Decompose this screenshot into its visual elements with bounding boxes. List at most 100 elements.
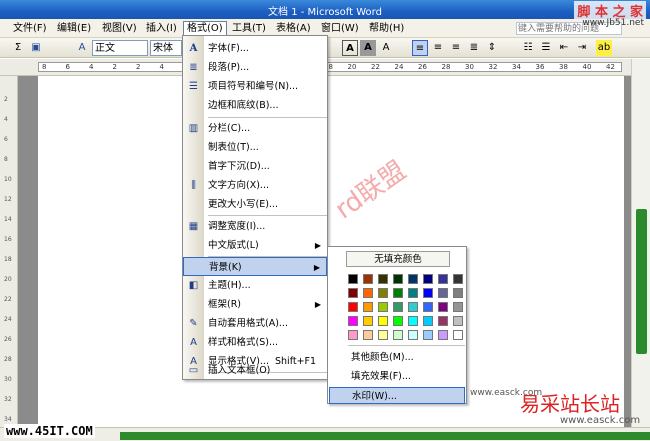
color-swatch[interactable]	[378, 288, 388, 298]
menu-item-tabs[interactable]: 制表位(T)...	[183, 138, 327, 157]
numbering-icon[interactable]: ☷	[520, 40, 536, 56]
color-swatch[interactable]	[423, 302, 433, 312]
color-swatch[interactable]	[408, 330, 418, 340]
color-swatch[interactable]	[408, 274, 418, 284]
color-swatch[interactable]	[438, 330, 448, 340]
align-right-icon[interactable]: ≡	[448, 40, 464, 56]
background-submenu: 无填充颜色 其他颜色(M)... 填充效果(F)... 水印(W)...	[327, 246, 467, 404]
bullets-icon[interactable]: ☰	[538, 40, 554, 56]
vertical-scrollbar[interactable]	[631, 59, 650, 427]
no-fill-button[interactable]: 无填充颜色	[346, 251, 450, 267]
color-swatch[interactable]	[348, 274, 358, 284]
color-swatch[interactable]	[453, 302, 463, 312]
style-select[interactable]: 正文	[92, 40, 148, 56]
color-swatch[interactable]	[438, 316, 448, 326]
more-colors-item[interactable]: 其他颜色(M)...	[329, 349, 465, 366]
menu-item-label: 项目符号和编号(N)...	[208, 81, 299, 92]
font-select[interactable]: 宋体	[150, 40, 182, 56]
menu-item-styles[interactable]: A 样式和格式(S)...	[183, 333, 327, 352]
scrollbar-thumb[interactable]	[636, 209, 647, 354]
color-swatch[interactable]	[363, 302, 373, 312]
color-swatch[interactable]	[393, 302, 403, 312]
menu-view[interactable]: 视图(V)	[99, 21, 140, 36]
char-scale-icon[interactable]: A	[378, 40, 394, 56]
color-swatch[interactable]	[363, 330, 373, 340]
menu-item-autoformat[interactable]: ✎ 自动套用格式(A)...	[183, 314, 327, 333]
color-swatch[interactable]	[348, 330, 358, 340]
color-swatch[interactable]	[438, 302, 448, 312]
submenu-arrow-icon: ▶	[314, 300, 321, 309]
styles-pane-icon[interactable]: A	[74, 40, 90, 56]
color-swatch[interactable]	[453, 316, 463, 326]
color-swatch[interactable]	[393, 274, 403, 284]
color-swatch[interactable]	[348, 316, 358, 326]
color-swatch[interactable]	[408, 288, 418, 298]
color-swatch[interactable]	[393, 330, 403, 340]
fill-effects-item[interactable]: 填充效果(F)...	[329, 368, 465, 385]
color-swatch[interactable]	[423, 274, 433, 284]
color-swatch[interactable]	[423, 316, 433, 326]
color-swatch[interactable]	[378, 316, 388, 326]
align-justify-icon[interactable]: ≡	[412, 40, 428, 56]
menu-file[interactable]: 文件(F)	[10, 21, 50, 36]
color-swatch[interactable]	[423, 288, 433, 298]
menu-item-asian-layout[interactable]: 中文版式(L) ▶	[183, 236, 327, 255]
distributed-align-icon[interactable]: ≣	[466, 40, 482, 56]
color-swatch[interactable]	[393, 316, 403, 326]
color-swatch[interactable]	[393, 288, 403, 298]
menu-insert[interactable]: 插入(I)	[143, 21, 180, 36]
color-swatch[interactable]	[348, 288, 358, 298]
menu-item-change-case[interactable]: 更改大小写(E)...	[183, 195, 327, 214]
highlight-icon[interactable]: ab	[596, 40, 612, 56]
char-shading-icon[interactable]: A	[360, 40, 376, 56]
watermark-item[interactable]: 水印(W)...	[329, 387, 465, 404]
color-swatch[interactable]	[363, 274, 373, 284]
ruler-tick-label: 32	[488, 63, 498, 71]
color-swatch[interactable]	[453, 330, 463, 340]
menu-help[interactable]: 帮助(H)	[366, 21, 407, 36]
menu-item-theme[interactable]: ◧ 主题(H)...	[183, 276, 327, 295]
menu-item-paragraph[interactable]: ≣ 段落(P)...	[183, 58, 327, 77]
menu-item-insert-textbox[interactable]: ▭ 插入文本框(O)	[183, 361, 327, 380]
vruler-tick-label: 28	[4, 356, 12, 363]
menu-item-font[interactable]: A 字体(F)...	[183, 39, 327, 58]
menu-item-adjust-width[interactable]: ▦ 调整宽度(I)...	[183, 217, 327, 236]
menu-format[interactable]: 格式(O)	[183, 21, 227, 36]
increase-indent-icon[interactable]: ⇥	[574, 40, 590, 56]
menu-item-text-direction[interactable]: ⫼ 文字方向(X)...	[183, 176, 327, 195]
color-swatch[interactable]	[438, 288, 448, 298]
line-spacing-icon[interactable]: ⇕	[484, 40, 500, 56]
color-swatch[interactable]	[408, 316, 418, 326]
menu-item-columns[interactable]: ▥ 分栏(C)...	[183, 119, 327, 138]
menu-tools[interactable]: 工具(T)	[229, 21, 269, 36]
align-center-icon[interactable]: ≡	[430, 40, 446, 56]
color-swatch[interactable]	[363, 316, 373, 326]
menu-item-bullets[interactable]: ☰ 项目符号和编号(N)...	[183, 77, 327, 96]
menu-edit[interactable]: 编辑(E)	[54, 21, 94, 36]
color-swatch[interactable]	[363, 288, 373, 298]
color-swatch[interactable]	[453, 274, 463, 284]
menu-item-borders[interactable]: 边框和底纹(B)...	[183, 96, 327, 115]
status-green-strip	[120, 432, 650, 440]
menu-item-frames[interactable]: 框架(R) ▶	[183, 295, 327, 314]
menu-table[interactable]: 表格(A)	[273, 21, 314, 36]
color-swatch[interactable]	[438, 274, 448, 284]
save-icon[interactable]: ▣	[28, 40, 44, 56]
sum-icon[interactable]: Σ	[10, 40, 26, 56]
color-swatch[interactable]	[348, 302, 358, 312]
vruler-tick-label: 22	[4, 296, 12, 303]
ruler-tick-label: 6	[65, 63, 70, 71]
color-swatch[interactable]	[408, 302, 418, 312]
decrease-indent-icon[interactable]: ⇤	[556, 40, 572, 56]
color-swatch[interactable]	[378, 302, 388, 312]
color-swatch[interactable]	[378, 274, 388, 284]
menu-item-dropcap[interactable]: 首字下沉(D)...	[183, 157, 327, 176]
color-swatch[interactable]	[378, 330, 388, 340]
menu-item-label: 插入文本框(O)	[208, 365, 271, 376]
char-border-icon[interactable]: A	[342, 40, 358, 56]
color-swatch[interactable]	[423, 330, 433, 340]
menu-item-background[interactable]: 背景(K) ▶	[183, 257, 327, 276]
menu-window[interactable]: 窗口(W)	[318, 21, 362, 36]
watermark-bottom-right-url: www.easck.com	[560, 415, 641, 426]
color-swatch[interactable]	[453, 288, 463, 298]
